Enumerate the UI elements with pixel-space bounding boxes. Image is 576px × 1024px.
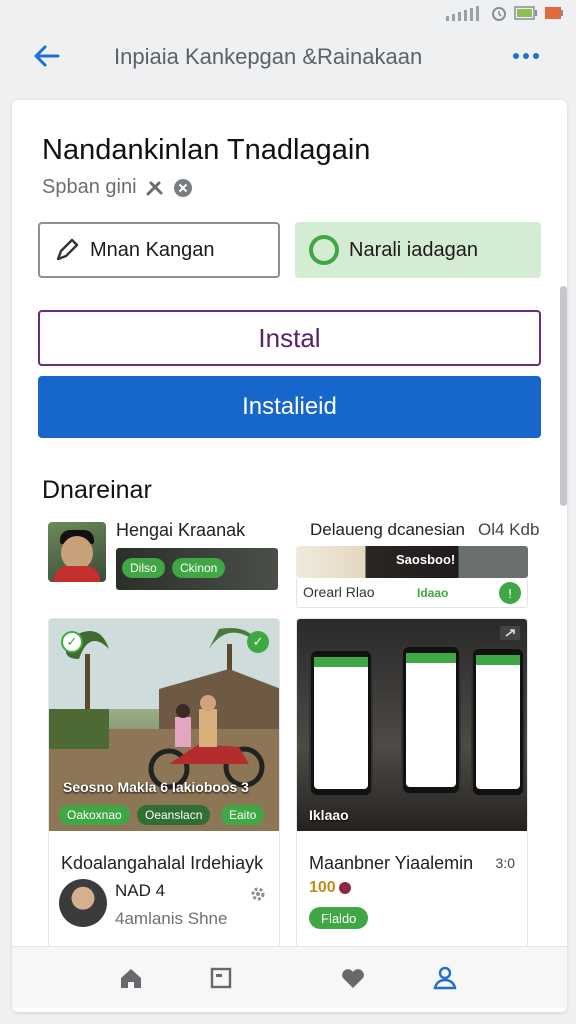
rating: 100 bbox=[309, 879, 352, 897]
content-card[interactable]: Iklaao Maanbner Yiaalemin 3:0 100 Flaldo bbox=[296, 618, 528, 948]
heart-icon bbox=[342, 969, 364, 988]
info-icon[interactable]: ! bbox=[499, 582, 521, 604]
signal-icon bbox=[446, 6, 479, 21]
mini-card-footer[interactable]: Orearl Rlao Idaao ! bbox=[296, 578, 528, 608]
content-card-image[interactable]: Iklaao bbox=[297, 619, 527, 831]
nav-calendar[interactable] bbox=[206, 963, 236, 993]
mini-card-chip[interactable]: Dilso bbox=[122, 558, 165, 578]
dot-icon bbox=[533, 53, 539, 59]
section-title: Dnareinar bbox=[42, 476, 152, 504]
nav-home[interactable] bbox=[116, 963, 146, 993]
more-options-button[interactable] bbox=[504, 42, 548, 70]
content-card-title[interactable]: Kdoalangahalal Irdehiayk bbox=[61, 853, 263, 874]
content-card-title[interactable]: Maanbner Yiaalemin bbox=[309, 853, 473, 874]
mini-card-image[interactable]: Dilso Ckinon bbox=[116, 548, 278, 590]
content-card-tag[interactable]: Flaldo bbox=[309, 907, 369, 929]
check-icon: ✓ bbox=[247, 631, 269, 653]
content-card-meta: 3:0 bbox=[495, 855, 515, 871]
content-card-caption: Seosno Makla 6 Iakioboos 3 bbox=[63, 779, 249, 795]
rating-dot-icon bbox=[338, 882, 351, 894]
dot-icon bbox=[513, 53, 519, 59]
app-name: Nandankinlan Tnadlagain bbox=[42, 134, 371, 166]
nav-favorites[interactable] bbox=[338, 963, 368, 993]
notification-icon bbox=[545, 7, 563, 19]
alarm-icon bbox=[492, 7, 506, 21]
phone-mockup bbox=[401, 645, 461, 795]
back-button[interactable] bbox=[28, 40, 64, 72]
phone-mockup bbox=[309, 649, 373, 797]
outline-action-label: Mnan Kangan bbox=[90, 238, 215, 261]
mini-card-image[interactable]: Saosboo! bbox=[296, 546, 528, 578]
scrollbar[interactable] bbox=[560, 286, 567, 506]
nav-profile[interactable] bbox=[430, 963, 460, 993]
content-card-chip[interactable]: Oeanslacn bbox=[137, 805, 211, 825]
expand-icon[interactable] bbox=[499, 625, 521, 641]
battery-icon bbox=[514, 6, 537, 20]
avatar[interactable] bbox=[59, 879, 107, 927]
check-icon: ✓ bbox=[61, 631, 83, 653]
content-card-chip[interactable]: Oakoxnao bbox=[59, 805, 130, 825]
content-card-chip[interactable]: Eaito bbox=[221, 805, 265, 825]
content-card[interactable]: ✓ ✓ Seosno Makla 6 Iakioboos 3 Oakoxnao … bbox=[48, 618, 280, 948]
mini-card-title[interactable]: Hengai Kraanak bbox=[116, 520, 245, 541]
mini-card-image-label: Saosboo! bbox=[396, 552, 456, 567]
gear-icon[interactable] bbox=[249, 885, 267, 903]
mini-card-meta: Ol4 Kdb bbox=[478, 520, 540, 539]
mini-card-title[interactable]: Delaueng dcanesian bbox=[310, 520, 465, 540]
profile-icon bbox=[433, 966, 457, 990]
mini-card-thumbnail[interactable] bbox=[48, 522, 106, 582]
close-circle-icon[interactable] bbox=[173, 178, 193, 198]
home-icon bbox=[121, 969, 141, 988]
status-bar bbox=[0, 0, 576, 28]
author-subtext: 4amlanis Shne bbox=[115, 909, 228, 928]
secondary-actions: Mnan Kangan Narali iadagan bbox=[38, 222, 541, 278]
content-card-overlay-label: Iklaao bbox=[309, 807, 349, 823]
installed-button[interactable]: Instalieid bbox=[38, 376, 541, 438]
dot-icon bbox=[523, 53, 529, 59]
phone-mockup bbox=[471, 647, 525, 797]
page-title: Inpiaia Kankepgan &Rainakaan bbox=[114, 44, 423, 69]
mini-card-footer-label: Orearl Rlao bbox=[303, 584, 375, 600]
author-name: NAD 4 bbox=[115, 881, 166, 900]
content-card-image[interactable]: ✓ ✓ Seosno Makla 6 Iakioboos 3 Oakoxnao … bbox=[49, 619, 279, 831]
calendar-icon bbox=[210, 967, 232, 989]
village-scene-illustration bbox=[49, 619, 279, 831]
pencil-icon bbox=[56, 238, 79, 261]
app-detail-card: Nandankinlan Tnadlagain Spban gini Mnan … bbox=[12, 100, 567, 1012]
app-subtitle: Spban gini bbox=[42, 176, 193, 199]
green-action-button[interactable]: Narali iadagan bbox=[295, 222, 541, 278]
mini-card-chip[interactable]: Ckinon bbox=[172, 558, 226, 578]
bottom-navigation bbox=[12, 946, 567, 1008]
install-button[interactable]: Instal bbox=[38, 310, 541, 366]
top-bar: Inpiaia Kankepgan &Rainakaan bbox=[0, 28, 576, 86]
refresh-circle-icon bbox=[309, 235, 339, 265]
outline-action-button[interactable]: Mnan Kangan bbox=[38, 222, 280, 278]
rating-value: 100 bbox=[309, 879, 336, 896]
mini-card-footer-tag: Idaao bbox=[417, 586, 449, 600]
arrow-left-icon bbox=[34, 45, 60, 67]
app-subtitle-text: Spban gini bbox=[42, 176, 137, 198]
tools-icon bbox=[146, 181, 163, 195]
green-action-label: Narali iadagan bbox=[349, 238, 478, 261]
